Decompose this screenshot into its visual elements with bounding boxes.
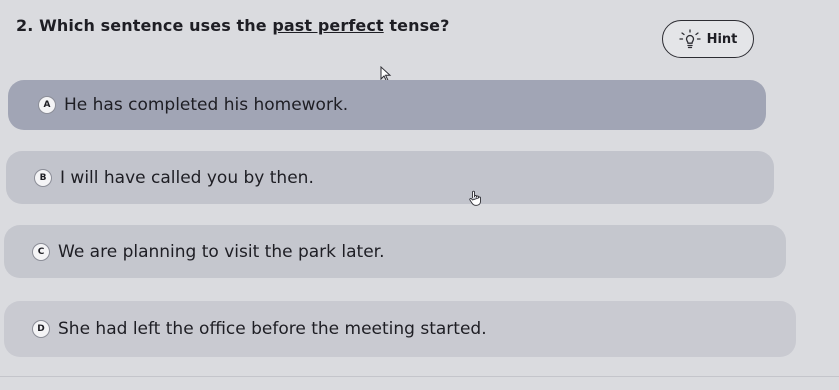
- option-a-text: He has completed his homework.: [64, 95, 349, 115]
- option-a[interactable]: A He has completed his homework.: [8, 80, 766, 130]
- option-c-text: We are planning to visit the park later.: [58, 241, 385, 262]
- question-underlined-term: past perfect: [272, 16, 384, 35]
- option-c-letter: C: [32, 242, 50, 261]
- question-suffix: tense?: [383, 16, 450, 35]
- option-d[interactable]: D She had left the office before the mee…: [4, 301, 796, 357]
- option-c[interactable]: C We are planning to visit the park late…: [4, 225, 786, 278]
- question-text: 2. Which sentence uses the past perfect …: [16, 16, 450, 35]
- question-prefix: Which sentence uses the: [39, 16, 273, 35]
- lightbulb-icon: [678, 29, 701, 49]
- option-b-letter: B: [34, 168, 52, 187]
- option-d-text: She had left the office before the meeti…: [58, 319, 487, 339]
- option-b[interactable]: B I will have called you by then.: [6, 151, 774, 204]
- divider: [0, 376, 839, 377]
- hint-button[interactable]: Hint: [662, 20, 754, 58]
- option-d-letter: D: [32, 320, 50, 338]
- option-b-text: I will have called you by then.: [60, 167, 314, 188]
- hint-label: Hint: [706, 31, 738, 47]
- hand-pointer-icon: [468, 190, 482, 210]
- option-a-letter: A: [38, 96, 56, 114]
- question-number: 2.: [16, 16, 34, 35]
